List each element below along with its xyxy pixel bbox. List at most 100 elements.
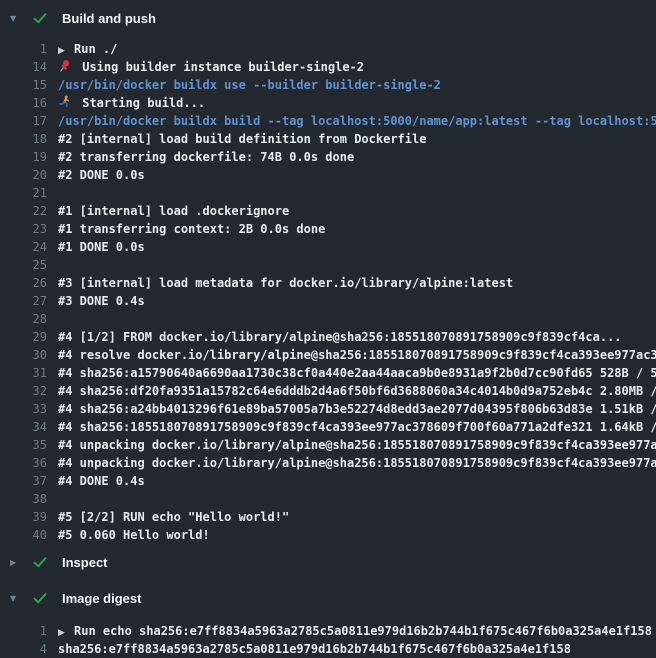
log-line: 26 #3 [internal] load metadata for docker… xyxy=(0,274,656,292)
line-number[interactable]: 17 xyxy=(0,112,47,130)
log-text: #3 [internal] load metadata for docker.i… xyxy=(58,274,513,292)
section-title: Build and push xyxy=(62,11,156,26)
line-number[interactable]: 31 xyxy=(0,364,47,382)
log-line: 32 #4 sha256:df20fa9351a15782c64e6dddb2d4… xyxy=(0,382,656,400)
log-text: /usr/bin/docker buildx build --tag local… xyxy=(58,112,656,130)
log-line: 22 #1 [internal] load .dockerignore xyxy=(0,202,656,220)
log-text-value: #3 [internal] load metadata for docker.i… xyxy=(58,276,513,290)
log-text: #4 sha256:a24bb4013296f61e89ba57005a7b3e… xyxy=(58,400,656,418)
log-text: ▶Run ./ xyxy=(58,40,117,58)
log-line: 25 xyxy=(0,256,656,274)
log-text-value: /usr/bin/docker buildx use --builder bui… xyxy=(58,78,441,92)
log-text: #4 sha256:df20fa9351a15782c64e6dddb2d4a6… xyxy=(58,382,656,400)
section-header-build-and-push[interactable]: ▼ Build and push xyxy=(0,0,656,36)
log-text-value: #1 [internal] load .dockerignore xyxy=(58,204,289,218)
log-text: #4 unpacking docker.io/library/alpine@sh… xyxy=(58,454,656,472)
line-number[interactable]: 19 xyxy=(0,148,47,166)
log-text-value: #4 resolve docker.io/library/alpine@sha2… xyxy=(58,348,656,362)
log-line: 17/usr/bin/docker buildx build --tag loc… xyxy=(0,112,656,130)
line-number[interactable]: 21 xyxy=(0,184,47,202)
log-text-value: Starting build... xyxy=(82,96,205,110)
line-number[interactable]: 27 xyxy=(0,292,47,310)
log-text-value: #4 sha256:185518070891758909c9f839cf4ca3… xyxy=(58,420,656,434)
chevron-right-icon[interactable]: ▶ xyxy=(10,558,26,567)
line-number[interactable]: 28 xyxy=(0,310,47,328)
line-number[interactable]: 24 xyxy=(0,238,47,256)
log-text: #1 [internal] load .dockerignore xyxy=(58,202,289,220)
log-text-value: #5 0.060 Hello world! xyxy=(58,528,210,542)
log-line: 21 xyxy=(0,184,656,202)
line-number[interactable]: 29 xyxy=(0,328,47,346)
log-text: #2 DONE 0.0s xyxy=(58,166,145,184)
section-title: Inspect xyxy=(62,555,108,570)
line-number[interactable]: 36 xyxy=(0,454,47,472)
log-line: 29 #4 [1/2] FROM docker.io/library/alpine… xyxy=(0,328,656,346)
log-text: #2 transferring dockerfile: 74B 0.0s don… xyxy=(58,148,354,166)
log-line: 23 #1 transferring context: 2B 0.0s done xyxy=(0,220,656,238)
line-number[interactable]: 35 xyxy=(0,436,47,454)
line-number[interactable]: 34 xyxy=(0,418,47,436)
line-number[interactable]: 18 xyxy=(0,130,47,148)
log-line: 14 Using builder instance builder-single… xyxy=(0,58,656,76)
log-text: #4 resolve docker.io/library/alpine@sha2… xyxy=(58,346,656,364)
play-toggle-icon[interactable]: ▶ xyxy=(58,42,74,58)
log-text-value: #4 DONE 0.4s xyxy=(58,474,145,488)
line-number[interactable]: 15 xyxy=(0,76,47,94)
line-number[interactable]: 20 xyxy=(0,166,47,184)
log-line: 20 #2 DONE 0.0s xyxy=(0,166,656,184)
line-number[interactable]: 25 xyxy=(0,256,47,274)
log-text: #4 [1/2] FROM docker.io/library/alpine@s… xyxy=(58,328,622,346)
line-number[interactable]: 40 xyxy=(0,526,47,544)
log-line: 34 #4 sha256:185518070891758909c9f839cf4c… xyxy=(0,418,656,436)
log-text-value: #5 [2/2] RUN echo "Hello world!" xyxy=(58,510,289,524)
log-text-value: #4 unpacking docker.io/library/alpine@sh… xyxy=(58,438,656,452)
log-text: #3 DONE 0.4s xyxy=(58,292,145,310)
line-number[interactable]: 1 xyxy=(0,622,47,640)
log-text-value: sha256:e7ff8834a5963a2785c5a0811e979d16b… xyxy=(58,642,571,656)
section-header-image-digest[interactable]: ▼ Image digest xyxy=(0,580,656,616)
chevron-down-icon[interactable]: ▼ xyxy=(10,594,26,603)
log-line: 27 #3 DONE 0.4s xyxy=(0,292,656,310)
actions-log-viewer: ▼Build and push1▶Run ./14 Using builder … xyxy=(0,0,656,658)
line-number[interactable]: 32 xyxy=(0,382,47,400)
line-number[interactable]: 1 xyxy=(0,40,47,58)
log-line: 19 #2 transferring dockerfile: 74B 0.0s d… xyxy=(0,148,656,166)
check-icon xyxy=(32,590,48,606)
log-line: 40 #5 0.060 Hello world! xyxy=(0,526,656,544)
line-number[interactable]: 14 xyxy=(0,58,47,76)
log-line: 37 #4 DONE 0.4s xyxy=(0,472,656,490)
section-header-inspect[interactable]: ▶ Inspect xyxy=(0,544,656,580)
play-toggle-icon[interactable]: ▶ xyxy=(58,624,74,640)
line-number[interactable]: 39 xyxy=(0,508,47,526)
pushpin-icon xyxy=(58,59,75,72)
log-text-value: #4 sha256:df20fa9351a15782c64e6dddb2d4a6… xyxy=(58,384,656,398)
chevron-down-icon[interactable]: ▼ xyxy=(10,14,26,23)
line-number[interactable]: 4 xyxy=(0,640,47,658)
log-text: #2 [internal] load build definition from… xyxy=(58,130,426,148)
section-title: Image digest xyxy=(62,591,141,606)
log-line: 36 #4 unpacking docker.io/library/alpine@… xyxy=(0,454,656,472)
section-log-lines: 1▶Run echo sha256:e7ff8834a5963a2785c5a0… xyxy=(0,616,656,658)
log-text: Using builder instance builder-single-2 xyxy=(58,58,364,76)
log-section-image-digest: ▼Image digest1▶Run echo sha256:e7ff8834a… xyxy=(0,580,656,658)
line-number[interactable]: 26 xyxy=(0,274,47,292)
line-number[interactable]: 33 xyxy=(0,400,47,418)
log-text-value: #4 sha256:a24bb4013296f61e89ba57005a7b3e… xyxy=(58,402,656,416)
section-log-lines: 1▶Run ./14 Using builder instance builde… xyxy=(0,36,656,544)
line-number[interactable]: 23 xyxy=(0,220,47,238)
log-line: 1 ▶Run ./ xyxy=(0,40,656,58)
log-text: sha256:e7ff8834a5963a2785c5a0811e979d16b… xyxy=(58,640,571,658)
log-text: #1 transferring context: 2B 0.0s done xyxy=(58,220,325,238)
runner-icon xyxy=(58,95,75,108)
line-number[interactable]: 22 xyxy=(0,202,47,220)
log-text-value: #2 transferring dockerfile: 74B 0.0s don… xyxy=(58,150,354,164)
log-section-build-and-push: ▼Build and push1▶Run ./14 Using builder … xyxy=(0,0,656,544)
log-text-value: #4 sha256:a15790640a6690aa1730c38cf0a440… xyxy=(58,366,656,380)
check-icon xyxy=(32,10,48,26)
log-text: #4 unpacking docker.io/library/alpine@sh… xyxy=(58,436,656,454)
line-number[interactable]: 37 xyxy=(0,472,47,490)
log-text: Starting build... xyxy=(58,94,205,112)
line-number[interactable]: 16 xyxy=(0,94,47,112)
line-number[interactable]: 38 xyxy=(0,490,47,508)
line-number[interactable]: 30 xyxy=(0,346,47,364)
